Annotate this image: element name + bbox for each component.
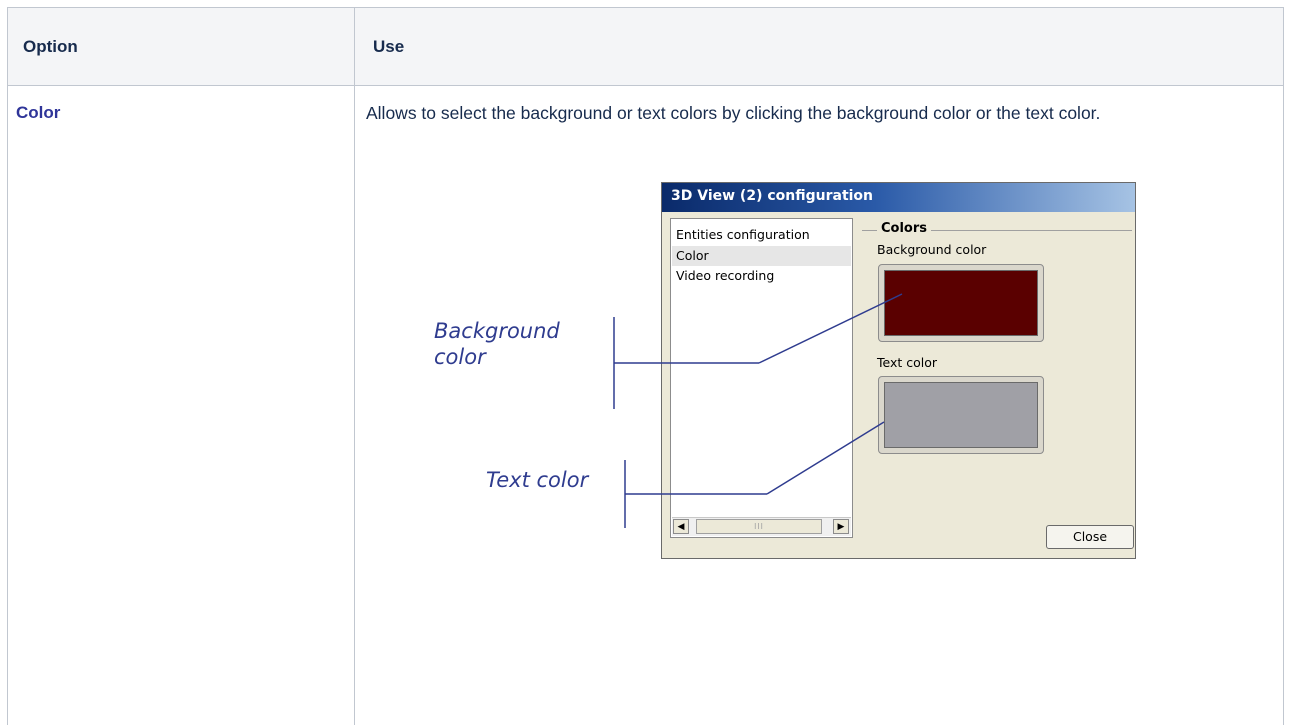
- annotation-text-color: Text color: [486, 468, 589, 492]
- annotation-background-color: Background color: [434, 318, 560, 370]
- annotation-line-text-d: [766, 421, 885, 495]
- annotation-lines: [613, 293, 903, 528]
- header-divider: [354, 7, 355, 86]
- header-use: Use: [373, 37, 405, 56]
- header-option: Option: [23, 37, 78, 56]
- row-divider: [354, 85, 355, 725]
- annotation-background-line1: Background: [434, 319, 560, 343]
- annotation-line-background-d: [758, 293, 903, 364]
- configuration-screenshot: 3D View (2) configuration Entities confi…: [434, 182, 1136, 559]
- option-color-link[interactable]: Color: [16, 103, 60, 123]
- annotation-background-line2: color: [434, 345, 486, 369]
- table-header-row: [7, 7, 1284, 86]
- option-color-description: Allows to select the background or text …: [366, 103, 1101, 123]
